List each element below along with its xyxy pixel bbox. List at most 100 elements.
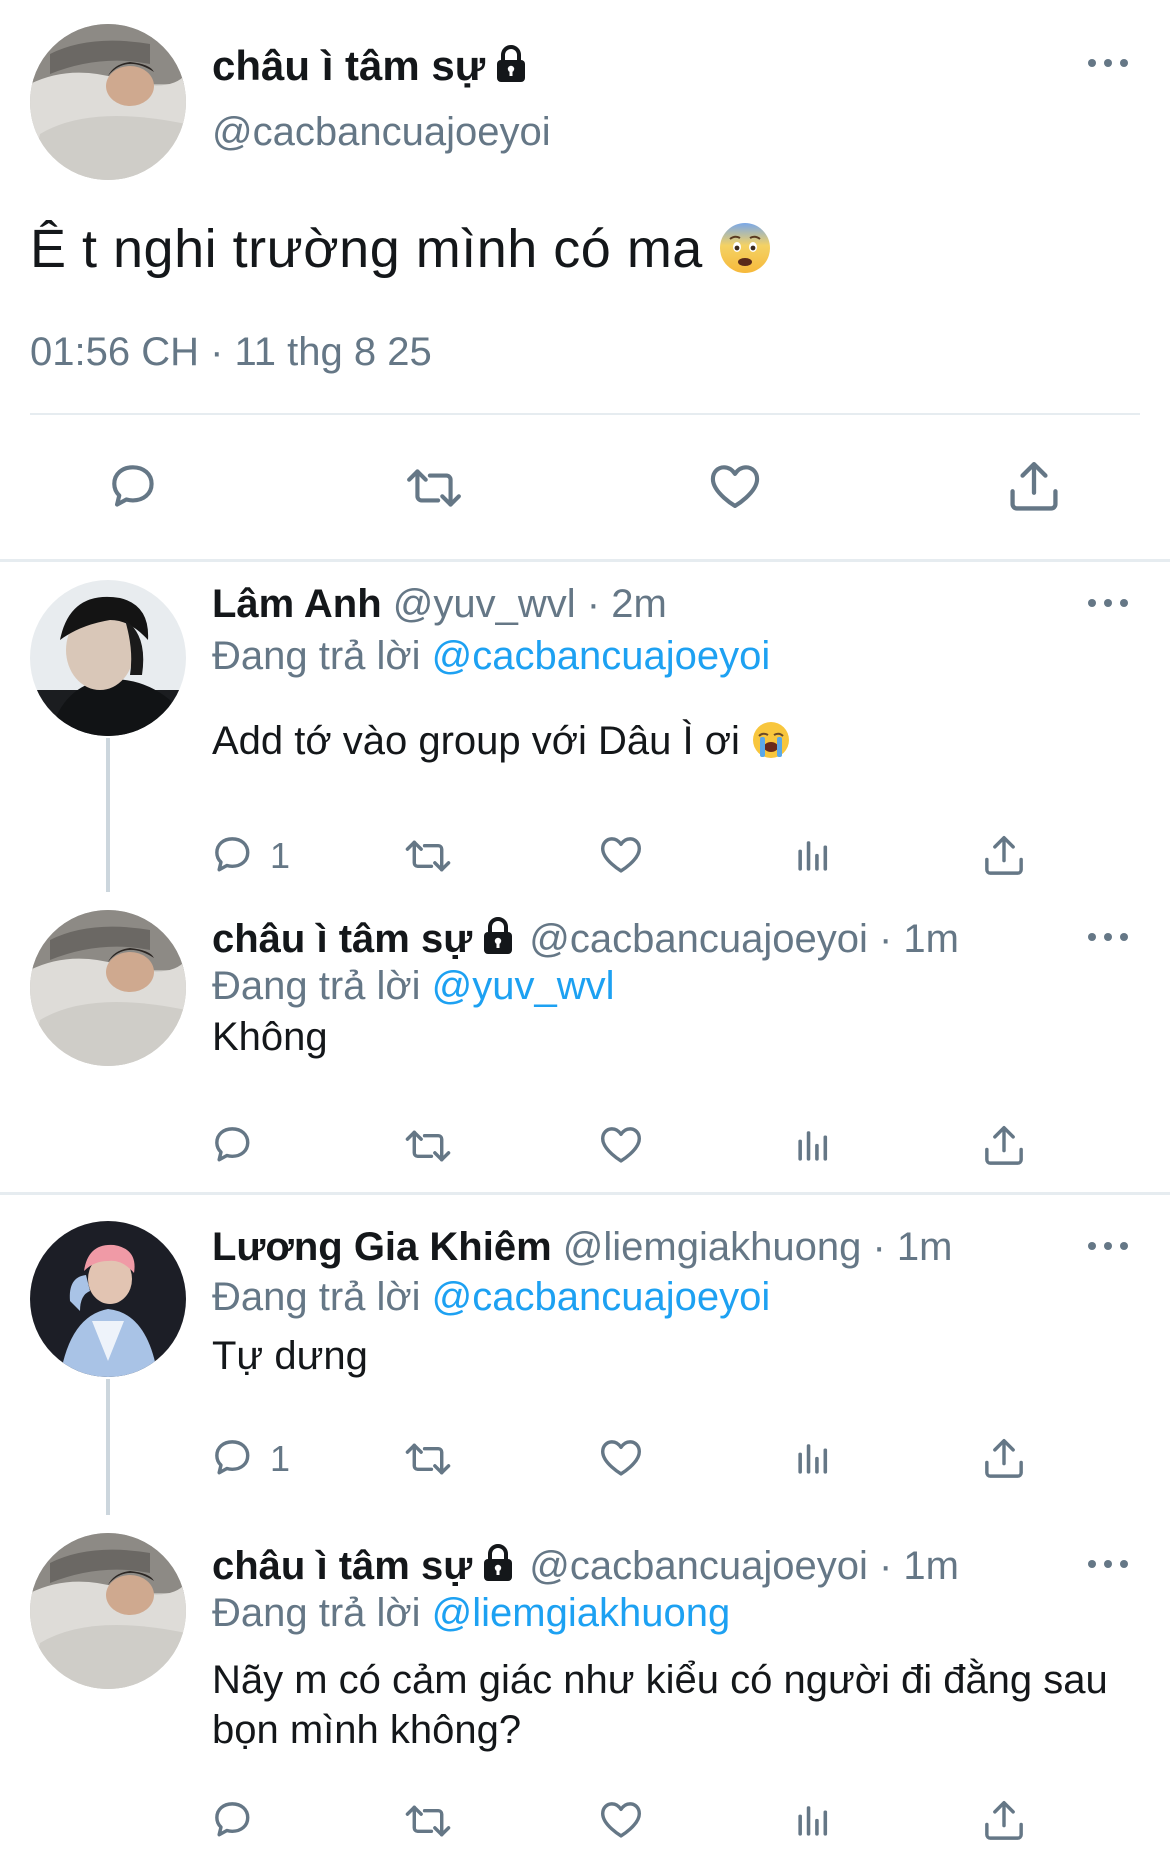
share-icon (985, 836, 1023, 875)
share-icon (1004, 457, 1064, 517)
reply-tweet[interactable]: châu ì tâm sự @cacbancuajoeyoi · 1m Đang… (0, 892, 1170, 1192)
reply-count: 1 (270, 1438, 291, 1479)
reply-avatar[interactable] (30, 580, 186, 736)
replying-to-mention[interactable]: @liemgiakhuong (432, 1591, 731, 1635)
reply-time: · 2m (586, 582, 667, 626)
lock-icon (482, 917, 515, 956)
reply-text: Nãy m có cảm giác như kiểu có người đi đ… (212, 1658, 1108, 1752)
reply-tweet[interactable]: Lương Gia Khiêm @liemgiakhuong · 1m Đang… (0, 1195, 1170, 1515)
lock-icon (495, 45, 528, 84)
share-button[interactable] (980, 1797, 1028, 1845)
reply-author-name[interactable]: châu ì tâm sự (212, 917, 518, 961)
retweet-button[interactable] (402, 459, 466, 517)
reply-avatar[interactable] (30, 1221, 186, 1377)
reply-author-handle[interactable]: @cacbancuajoeyoi (529, 917, 868, 961)
more-options-icon[interactable] (1088, 1239, 1132, 1253)
retweet-button[interactable] (400, 1435, 456, 1483)
retweet-button[interactable] (400, 1122, 456, 1170)
reply-icon (215, 837, 250, 872)
reply-author-handle[interactable]: @cacbancuajoeyoi (529, 1544, 868, 1588)
reply-button[interactable]: 1 (210, 1435, 290, 1483)
reply-text: Add tớ vào group với Dâu Ì ơi (212, 716, 1132, 766)
share-button[interactable] (980, 832, 1028, 880)
author-handle[interactable]: @cacbancuajoeyoi (212, 110, 551, 155)
reply-time: · 1m (879, 1544, 959, 1588)
more-options-icon[interactable] (1088, 56, 1132, 70)
retweet-button[interactable] (400, 1797, 456, 1845)
tweet-timestamp[interactable]: 01:56 CH · 11 thg 8 25 (30, 330, 432, 375)
author-name[interactable]: châu ì tâm sự (212, 42, 531, 90)
reply-count: 1 (270, 835, 291, 876)
views-button[interactable] (790, 834, 834, 880)
replying-to: Đang trả lời @cacbancuajoeyoi (212, 634, 770, 679)
reply-icon (215, 1440, 250, 1475)
reply-actions (0, 1122, 1170, 1178)
reply-author-name-text: châu ì tâm sự (212, 917, 473, 961)
reply-author-name[interactable]: châu ì tâm sự (212, 1544, 518, 1588)
reply-header: Lâm Anh @yuv_wvl · 2m (212, 582, 667, 627)
views-button[interactable] (790, 1437, 834, 1483)
reply-button[interactable] (210, 1122, 270, 1170)
more-options-icon[interactable] (1088, 596, 1132, 610)
divider (30, 413, 1140, 415)
reply-tweet[interactable]: châu ì tâm sự @cacbancuajoeyoi · 1m Đang… (0, 1515, 1170, 1872)
reply-avatar[interactable] (30, 910, 186, 1066)
like-button[interactable] (705, 459, 765, 517)
reply-button[interactable]: 1 (210, 832, 290, 880)
reply-avatar[interactable] (30, 1533, 186, 1689)
retweet-icon (405, 1443, 451, 1475)
retweet-icon (405, 1130, 451, 1162)
reply-header: châu ì tâm sự @cacbancuajoeyoi · 1m (212, 1543, 959, 1589)
tweet-text: Ê t nghi trường mình có ma (30, 218, 772, 280)
reply-button[interactable] (106, 459, 164, 517)
author-name-text: châu ì tâm sự (212, 42, 486, 89)
reply-author-name[interactable]: Lâm Anh (212, 582, 382, 626)
reply-author-name[interactable]: Lương Gia Khiêm (212, 1225, 552, 1269)
reply-icon (215, 1127, 250, 1162)
like-button[interactable] (596, 1435, 646, 1483)
like-icon (601, 1440, 641, 1476)
author-avatar[interactable] (30, 24, 186, 180)
more-options-icon[interactable] (1088, 930, 1132, 944)
stats-icon (798, 841, 828, 871)
replying-to-mention[interactable]: @cacbancuajoeyoi (432, 634, 771, 678)
stats-icon (798, 1131, 828, 1161)
share-button[interactable] (980, 1122, 1028, 1170)
retweet-icon (402, 459, 466, 517)
tweet-text-content: Ê t nghi trường mình có ma (30, 219, 703, 279)
like-button[interactable] (596, 832, 646, 880)
like-button[interactable] (596, 1797, 646, 1845)
reply-button[interactable] (210, 1797, 270, 1845)
like-button[interactable] (596, 1122, 646, 1170)
reply-header: châu ì tâm sự @cacbancuajoeyoi · 1m (212, 916, 959, 962)
share-button[interactable] (980, 1435, 1028, 1483)
like-icon (705, 459, 765, 517)
replying-to-mention[interactable]: @yuv_wvl (432, 964, 615, 1008)
reply-text-content: Add tớ vào group với Dâu Ì ơi (212, 719, 740, 763)
reply-text: Không (212, 1015, 328, 1059)
share-button[interactable] (1004, 457, 1064, 517)
replying-to-label: Đang trả lời (212, 964, 421, 1008)
retweet-icon (405, 1805, 451, 1837)
retweet-button[interactable] (400, 832, 456, 880)
tweet-actions (0, 452, 1170, 522)
like-icon (601, 1802, 641, 1838)
share-icon (985, 1125, 1023, 1165)
share-icon (985, 1438, 1023, 1478)
stats-icon (798, 1806, 828, 1836)
reply-time: · 1m (872, 1225, 953, 1269)
replying-to: Đang trả lời @cacbancuajoeyoi (212, 1275, 770, 1320)
lock-icon (482, 1544, 515, 1583)
reply-author-handle[interactable]: @yuv_wvl (393, 582, 576, 626)
more-options-icon[interactable] (1088, 1557, 1132, 1571)
reply-tweet[interactable]: Lâm Anh @yuv_wvl · 2m Đang trả lời @cacb… (0, 562, 1170, 892)
replying-to-mention[interactable]: @cacbancuajoeyoi (432, 1275, 771, 1319)
like-icon (601, 1127, 641, 1163)
reply-author-handle[interactable]: @liemgiakhuong (563, 1225, 862, 1269)
views-button[interactable] (790, 1124, 834, 1170)
replying-to-label: Đang trả lời (212, 1591, 421, 1635)
like-icon (601, 837, 641, 873)
reply-header: Lương Gia Khiêm @liemgiakhuong · 1m (212, 1225, 952, 1270)
share-icon (985, 1800, 1023, 1840)
views-button[interactable] (790, 1799, 834, 1845)
